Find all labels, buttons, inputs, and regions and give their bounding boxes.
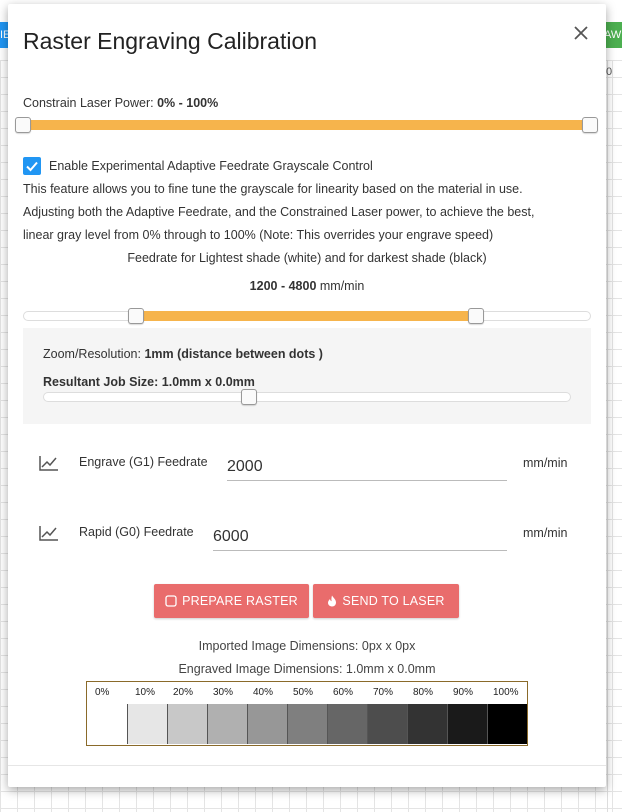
background-divider xyxy=(607,60,608,812)
feedrate-caption: Feedrate for Lightest shade (white) and … xyxy=(127,251,487,265)
grayscale-swatch xyxy=(207,704,247,744)
adaptive-description-1: This feature allows you to fine tune the… xyxy=(23,182,523,196)
engrave-feedrate-input[interactable] xyxy=(227,447,507,481)
rapid-feedrate-unit: mm/min xyxy=(523,526,568,540)
adaptive-feedrate-checkbox[interactable] xyxy=(23,157,41,175)
adaptive-description-3: linear gray level from 0% through to 100… xyxy=(23,228,494,242)
chart-line-icon xyxy=(39,456,58,471)
feedrate-range-value: 1200 - 4800 xyxy=(249,279,317,293)
grayscale-label: 100% xyxy=(493,687,519,698)
feedrate-min-handle[interactable] xyxy=(128,308,144,324)
zoom-slider-handle[interactable] xyxy=(240,389,257,405)
laser-power-label: Constrain Laser Power: 0% - 100% xyxy=(23,96,218,110)
laser-power-label-text: Constrain Laser Power: xyxy=(23,96,158,110)
grayscale-label: 30% xyxy=(213,687,234,698)
grayscale-label: 20% xyxy=(173,687,194,698)
raster-calibration-dialog: Raster Engraving Calibration Constrain L… xyxy=(8,4,606,787)
adaptive-description-2: Adjusting both the Adaptive Feedrate, an… xyxy=(23,205,535,219)
grayscale-label: 80% xyxy=(413,687,434,698)
rapid-feedrate-input[interactable] xyxy=(213,517,507,551)
chart-line-icon xyxy=(39,526,58,541)
feedrate-max-handle[interactable] xyxy=(468,308,484,324)
grayscale-swatch xyxy=(247,704,287,744)
engraved-dimensions: Engraved Image Dimensions: 1.0mm x 0.0mm xyxy=(178,662,436,676)
zoom-resolution-label: Zoom/Resolution: 1mm (distance between d… xyxy=(43,347,323,361)
laser-power-max-handle[interactable] xyxy=(582,117,598,133)
grayscale-swatch xyxy=(167,704,207,744)
grayscale-label: 0% xyxy=(95,687,110,698)
grayscale-strip: 0% 10% 20% 30% 40% 50% 60% 70% 80% 90% 100% xyxy=(86,681,528,746)
grayscale-swatch xyxy=(487,704,527,744)
grayscale-label: 50% xyxy=(293,687,314,698)
grayscale-swatch xyxy=(447,704,487,744)
laser-power-min-handle[interactable] xyxy=(15,117,31,133)
send-to-laser-button[interactable]: SEND TO LASER xyxy=(313,584,459,618)
grayscale-swatch xyxy=(87,704,127,744)
grayscale-swatch xyxy=(127,704,167,744)
zoom-panel: Zoom/Resolution: 1mm (distance between d… xyxy=(23,328,591,424)
grayscale-labels: 0% 10% 20% 30% 40% 50% 60% 70% 80% 90% 100% xyxy=(87,682,527,702)
grayscale-label: 60% xyxy=(333,687,354,698)
grayscale-label: 40% xyxy=(253,687,274,698)
prepare-raster-label: PREPARE RASTER xyxy=(182,594,298,608)
dialog-footer-divider xyxy=(8,765,606,766)
grayscale-label: 10% xyxy=(135,687,156,698)
adaptive-feedrate-label: Enable Experimental Adaptive Feedrate Gr… xyxy=(49,159,373,173)
feedrate-range-unit: mm/min xyxy=(316,279,365,293)
checkmark-icon xyxy=(26,161,38,172)
zoom-resolution-label-text: Zoom/Resolution: xyxy=(43,347,145,361)
send-to-laser-label: SEND TO LASER xyxy=(342,594,445,608)
dialog-title: Raster Engraving Calibration xyxy=(23,28,318,54)
zoom-slider[interactable] xyxy=(43,392,571,402)
laser-power-slider[interactable] xyxy=(23,120,590,130)
job-size-label: Resultant Job Size: 1.0mm x 0.0mm xyxy=(43,375,255,389)
feedrate-slider-fill xyxy=(136,311,476,321)
grayscale-swatch xyxy=(407,704,447,744)
zoom-resolution-value: 1mm (distance between dots ) xyxy=(144,347,323,361)
feedrate-range-label: 1200 - 4800 mm/min xyxy=(8,279,606,293)
engrave-feedrate-unit: mm/min xyxy=(523,456,568,470)
grayscale-swatch xyxy=(327,704,367,744)
fire-icon xyxy=(328,595,337,607)
close-button[interactable] xyxy=(570,22,592,44)
grayscale-label: 70% xyxy=(373,687,394,698)
laser-power-range: 0% - 100% xyxy=(157,96,219,110)
background-zero-label: 0 xyxy=(606,66,613,78)
grayscale-label: 90% xyxy=(453,687,474,698)
engrave-feedrate-label: Engrave (G1) Feedrate xyxy=(79,455,208,469)
prepare-raster-button[interactable]: PREPARE RASTER xyxy=(154,584,309,618)
grayscale-swatch xyxy=(287,704,327,744)
square-outline-icon xyxy=(165,595,177,607)
grayscale-swatch xyxy=(367,704,407,744)
close-icon xyxy=(574,26,588,40)
imported-dimensions: Imported Image Dimensions: 0px x 0px xyxy=(198,639,416,653)
rapid-feedrate-label: Rapid (G0) Feedrate xyxy=(79,525,194,539)
